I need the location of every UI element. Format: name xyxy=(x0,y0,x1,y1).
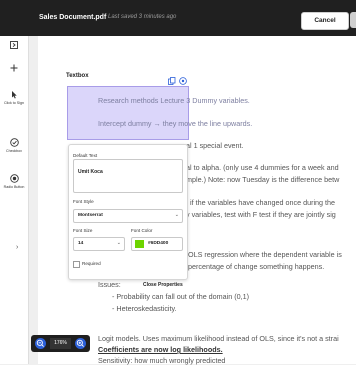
radio-icon xyxy=(9,174,19,183)
tool-sidebar: Click to Sign Checkbox Radio Button › xyxy=(0,36,29,364)
font-style-label: Font Style xyxy=(73,199,94,204)
sidebar-item-checkbox[interactable]: Checkbox xyxy=(0,138,28,153)
sidebar-item-label: Checkbox xyxy=(6,149,22,153)
document-line: t if the variables have changed once dur… xyxy=(186,198,336,207)
document-name: Sales Document.pdf xyxy=(39,14,107,21)
properties-panel: Default Text Umit Koca Font Style Montse… xyxy=(68,144,188,280)
sidebar-item-expand[interactable] xyxy=(0,41,28,49)
top-bar: Sales Document.pdf Last saved 3 minutes … xyxy=(0,0,356,36)
font-color-value: #6DD400 xyxy=(148,241,169,246)
sidebar-item-click-to-sign[interactable]: Click to Sign xyxy=(0,90,28,105)
font-color-picker[interactable]: #6DD400 xyxy=(131,237,183,251)
color-swatch xyxy=(135,240,144,248)
font-size-label: Font Size xyxy=(73,228,93,233)
sidebar-item-add[interactable] xyxy=(0,64,28,72)
font-color-label: Font Color xyxy=(131,228,153,233)
zoom-out-button[interactable] xyxy=(35,338,46,349)
document-line: OLS regression where the dependent varia… xyxy=(188,250,342,259)
textbox-line: Research methods Lecture 3 Dummy variabl… xyxy=(98,96,250,105)
document-line: - Probability can fall out of the domain… xyxy=(112,292,250,301)
default-text-value: Umit Koca xyxy=(78,169,103,175)
zoom-out-icon xyxy=(36,339,44,347)
document-line: Logit models. Uses maximum likelihood in… xyxy=(98,334,339,343)
textbox-title: Textbox xyxy=(66,73,89,79)
checkbox-icon xyxy=(9,138,19,147)
zoom-level[interactable]: 176% xyxy=(50,338,71,349)
saved-status: Last saved 3 minutes ago xyxy=(108,14,177,20)
required-label: Required xyxy=(82,261,101,266)
font-size-value: 14 xyxy=(78,241,84,246)
done-button[interactable] xyxy=(350,12,356,28)
font-style-select[interactable]: Montserrat ⌄ xyxy=(73,209,183,223)
document-line: al to alpha. (only use 4 dummies for a w… xyxy=(186,163,339,172)
zoom-bar: 176% xyxy=(31,335,90,352)
default-text-input[interactable]: Umit Koca xyxy=(73,159,183,193)
font-style-value: Montserrat xyxy=(78,213,103,218)
textbox-field[interactable] xyxy=(67,86,189,140)
document-line: al 1 special event. xyxy=(186,141,244,150)
zoom-in-icon xyxy=(76,339,84,347)
document-line: Issues: xyxy=(98,280,121,289)
default-text-label: Default Text xyxy=(73,153,98,158)
close-properties-button[interactable]: Close Properties xyxy=(143,282,183,288)
sidebar-item-label: Click to Sign xyxy=(4,101,24,105)
sidebar-item-radio-button[interactable]: Radio Button xyxy=(0,174,28,189)
document-line: y variables, test with F test if they ar… xyxy=(186,210,336,219)
sidebar-item-label: Radio Button xyxy=(3,185,25,189)
chevron-down-icon: ⌄ xyxy=(174,212,179,218)
document-line: Coefficients are now log likelihoods. xyxy=(98,345,223,354)
document-line: mple.) Note: now Tuesday is the differen… xyxy=(186,175,340,184)
plus-icon xyxy=(10,64,18,72)
textbox-line: Intercept dummy → they move the line upw… xyxy=(98,119,253,128)
chevron-down-icon: ⌄ xyxy=(116,240,121,246)
chevron-right-icon[interactable]: › xyxy=(16,244,18,251)
pointer-icon xyxy=(12,91,17,99)
cancel-button[interactable]: Cancel xyxy=(301,12,349,30)
expand-icon xyxy=(10,41,18,49)
required-checkbox[interactable] xyxy=(73,261,80,268)
font-size-select[interactable]: 14 ⌄ xyxy=(73,237,125,251)
document-line: percentage of change something happens. xyxy=(188,262,325,271)
zoom-in-button[interactable] xyxy=(75,338,86,349)
document-line: - Heteroskedasticity. xyxy=(112,304,177,313)
